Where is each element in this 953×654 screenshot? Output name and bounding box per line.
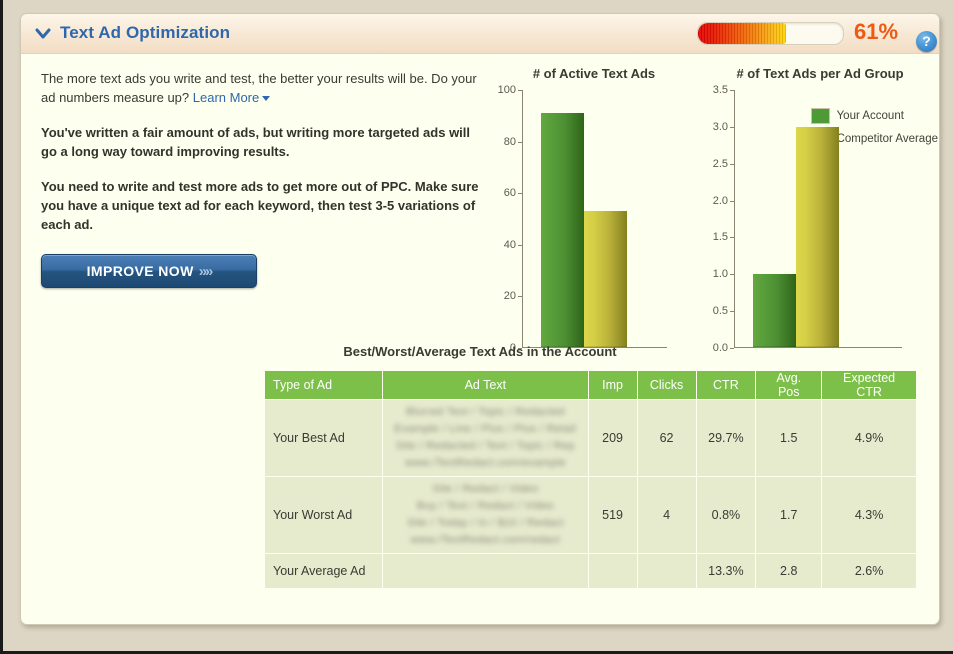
- advice-column: The more text ads you write and test, th…: [41, 69, 481, 288]
- table-cell-metric: 209: [587, 399, 638, 477]
- table-cell-metric: 4.3%: [821, 476, 917, 554]
- progress-percent-label: 61%: [854, 19, 899, 44]
- table-header-cell: Imp: [587, 370, 638, 400]
- table-cell-ad-text: Site / Redact / Video Buy / Text / Redac…: [382, 476, 589, 554]
- legend-label: Competitor Average: [836, 133, 938, 145]
- help-icon[interactable]: ?: [916, 31, 937, 52]
- y-axis-tick-label: 1.5: [713, 231, 734, 243]
- table-cell-metric: 4: [636, 476, 697, 554]
- y-axis: 0 20 40 60 80 100: [488, 84, 522, 354]
- table-row: Your Best Ad Blurred Text / Topic / Redac…: [263, 399, 917, 477]
- table-cell-metric: [587, 553, 638, 589]
- chart-title: # of Text Ads per Ad Group: [736, 66, 904, 81]
- bar-your-account: [753, 273, 796, 347]
- chart-plot-area: Your Account Competitor Average 0.0 0.5 1.…: [700, 84, 939, 354]
- table-cell-type: Your Best Ad: [263, 399, 384, 477]
- table-header-cell: CTR: [695, 370, 757, 400]
- y-axis-tick-label: 80: [504, 136, 522, 148]
- table-header-row: Type of Ad Ad Text Imp Clicks CTR Avg. Pos Exp…: [263, 370, 917, 400]
- legend-swatch-green: [810, 108, 830, 124]
- table-cell-metric: 1.7: [755, 476, 823, 554]
- table-row: Your Worst Ad Site / Redact / Video Buy /…: [263, 476, 917, 554]
- table-cell-metric: 1.5: [755, 399, 823, 477]
- table-cell-metric: 519: [587, 476, 638, 554]
- y-axis-line: [522, 90, 523, 348]
- table-header-cell: Avg. Pos: [755, 370, 823, 400]
- legend-item-your-account: Your Account: [810, 108, 938, 124]
- legend-label: Your Account: [836, 110, 904, 122]
- table-cell-type: Your Average Ad: [263, 553, 384, 589]
- table-cell-metric: 62: [636, 399, 697, 477]
- table-header-cell: Type of Ad: [263, 370, 384, 400]
- chart-title: # of Active Text Ads: [532, 66, 656, 81]
- y-axis: 0.0 0.5 1.0 1.5 2.0 2.5 3.0 3.5: [700, 84, 734, 354]
- chart-text-ads-per-ad-group: # of Text Ads per Ad Group Your Account …: [700, 66, 939, 354]
- table-header-cell: Expected CTR: [821, 370, 917, 400]
- bar-competitor-average: [796, 126, 839, 347]
- progress-bar: [697, 22, 844, 45]
- y-axis-tick-label: 3.0: [713, 121, 734, 133]
- y-axis-tick-label: 1.0: [713, 268, 734, 280]
- intro-paragraph: The more text ads you write and test, th…: [41, 69, 481, 107]
- y-axis-tick-label: 3.5: [713, 84, 734, 96]
- y-axis-tick-label: 60: [504, 187, 522, 199]
- panel-body: The more text ads you write and test, th…: [21, 54, 939, 624]
- table-title: Best/Worst/Average Text Ads in the Accou…: [343, 344, 617, 359]
- table-header-cell: Ad Text: [382, 370, 589, 400]
- screen: Text Ad Optimization 61% ? The more text…: [0, 0, 953, 654]
- table-cell-metric: 2.8: [755, 553, 823, 589]
- page-title: Text Ad Optimization: [60, 23, 231, 42]
- y-axis-tick-label: 40: [504, 239, 522, 251]
- table-cell-metric: [636, 553, 697, 589]
- table-cell-metric: 4.9%: [821, 399, 917, 477]
- y-axis-tick-label: 2.0: [713, 195, 734, 207]
- bar-your-account: [541, 113, 584, 347]
- double-chevron-right-icon: »»: [198, 262, 214, 280]
- chart-plot-area: 0 20 40 60 80 100: [488, 84, 700, 354]
- y-axis-tick-label: 100: [498, 84, 522, 96]
- advice-paragraph-2: You need to write and test more ads to g…: [41, 179, 479, 232]
- panel-header: Text Ad Optimization 61% ?: [21, 14, 939, 54]
- y-axis-tick-label: 0.5: [713, 305, 734, 317]
- ads-table: Type of Ad Ad Text Imp Clicks CTR Avg. Pos Exp…: [263, 370, 917, 589]
- table-cell-metric: 29.7%: [695, 399, 757, 477]
- bar-competitor-average: [584, 210, 627, 347]
- advice-paragraph-1: You've written a fair amount of ads, but…: [41, 125, 471, 159]
- chevron-down-icon[interactable]: [34, 24, 52, 42]
- table-cell-metric: 0.8%: [695, 476, 757, 554]
- y-axis-tick-label: 2.5: [713, 158, 734, 170]
- table-body: Your Best Ad Blurred Text / Topic / Redac…: [263, 399, 917, 589]
- chevron-down-icon-small[interactable]: [262, 96, 271, 101]
- y-axis-tick-label: 20: [504, 290, 522, 302]
- table-cell-ad-text: [382, 553, 589, 589]
- table-cell-ad-text: Blurred Text / Topic / Redacted Example …: [382, 399, 589, 477]
- table-cell-metric: 13.3%: [695, 553, 757, 589]
- progress-bar-fill: [698, 23, 787, 44]
- y-axis-line: [734, 90, 735, 348]
- redacted-ad-text: Site / Redact / Video Buy / Text / Redac…: [406, 483, 564, 546]
- redacted-ad-text: Blurred Text / Topic / Redacted Example …: [394, 406, 577, 469]
- text-ad-optimization-panel: Text Ad Optimization 61% ? The more text…: [20, 13, 940, 625]
- table-row: Your Average Ad 13.3% 2.8 2.6%: [263, 553, 917, 589]
- table-cell-metric: 2.6%: [821, 553, 917, 589]
- improve-now-button[interactable]: IMPROVE NOW»»: [41, 254, 257, 288]
- table-cell-type: Your Worst Ad: [263, 476, 384, 554]
- improve-now-label: IMPROVE NOW: [86, 262, 194, 279]
- learn-more-link[interactable]: Learn More: [193, 90, 259, 105]
- table-header-cell: Clicks: [636, 370, 697, 400]
- chart-active-text-ads: # of Active Text Ads 0 20 40 60 80 100: [488, 66, 700, 354]
